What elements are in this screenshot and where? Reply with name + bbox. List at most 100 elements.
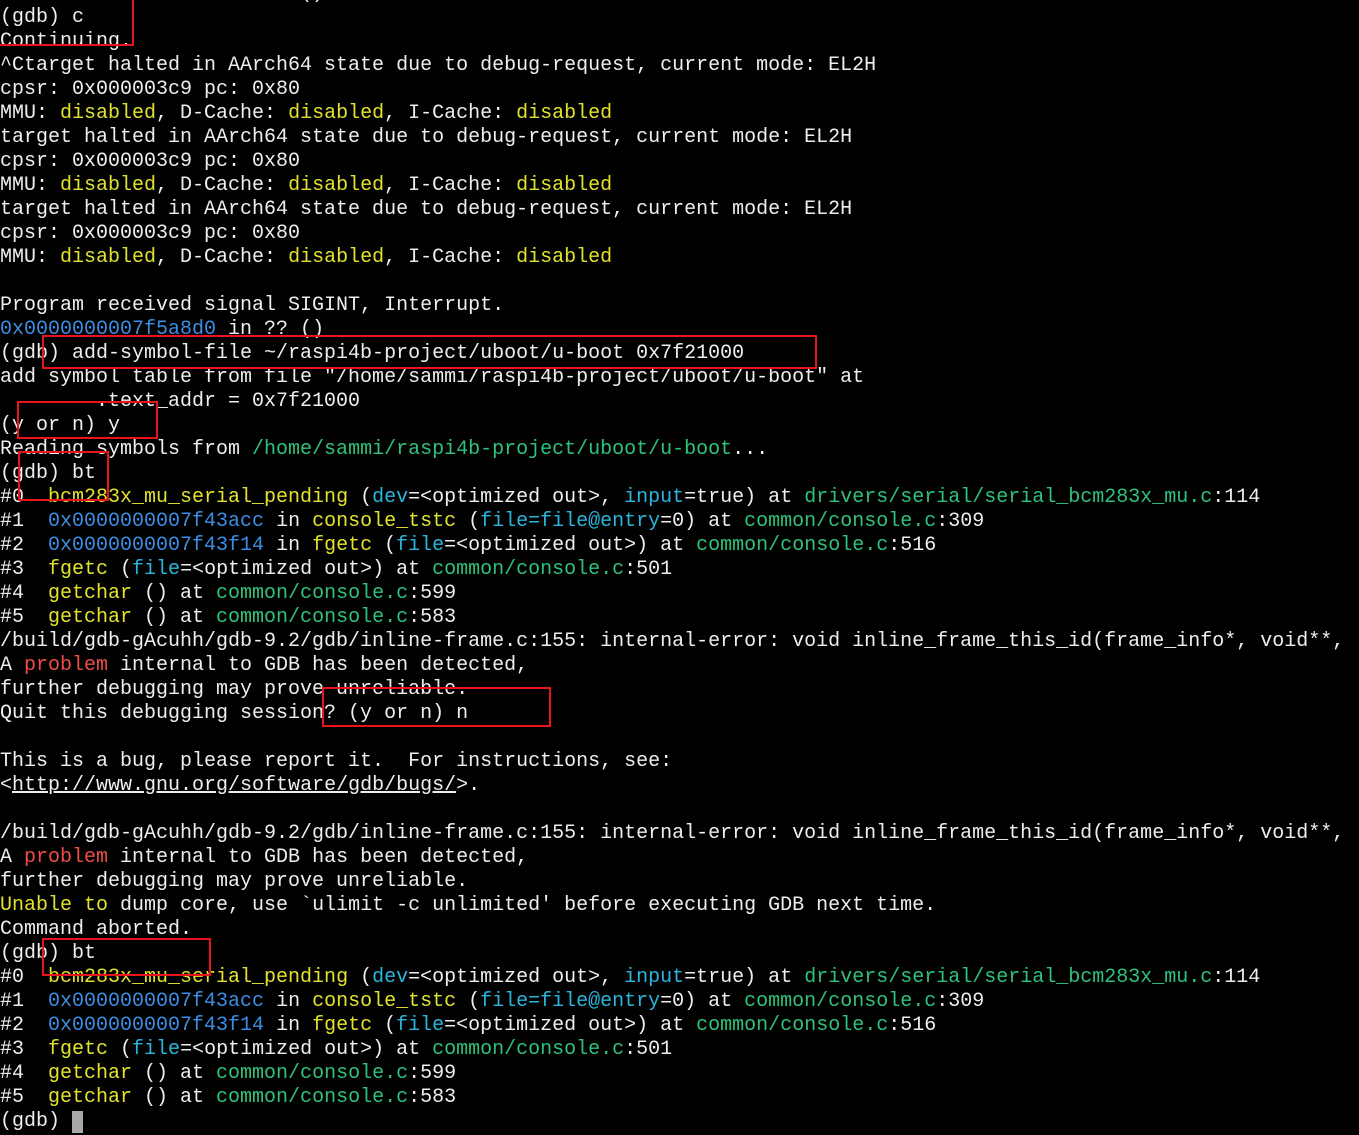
terminal-text: :114 — [1212, 966, 1261, 989]
terminal-text: #1 — [0, 510, 49, 533]
terminal-text: , D-Cache: — [156, 246, 289, 269]
terminal-text: =<optimized out>) at — [444, 534, 697, 557]
terminal-text: () at — [132, 606, 217, 629]
bug-report-link[interactable]: http://www.gnu.org/software/gdb/bugs/ — [12, 774, 456, 797]
terminal-line: further debugging may prove unreliable. — [0, 870, 1359, 894]
terminal-text: in — [264, 534, 313, 557]
highlighted-keyword: disabled — [60, 174, 157, 197]
terminal-text: ( — [108, 558, 133, 581]
terminal-line: Quit this debugging session? (y or n) n — [0, 702, 1359, 726]
terminal-text: dump core, use `ulimit -c unlimited' bef… — [108, 894, 937, 917]
terminal-line: #2 0x0000000007f43f14 in fgetc (file=<op… — [0, 1014, 1359, 1038]
file-path: common/console.c — [216, 1062, 409, 1085]
terminal-line: Unable to dump core, use `ulimit -c unli… — [0, 894, 1359, 918]
terminal-text: :501 — [624, 1038, 673, 1061]
terminal-line: MMU: disabled, D-Cache: disabled, I-Cach… — [0, 102, 1359, 126]
terminal-line: further debugging may prove unreliable. — [0, 678, 1359, 702]
terminal-text: >. — [456, 774, 481, 797]
terminal-text: :583 — [408, 606, 457, 629]
terminal-text: target halted in AArch64 state due to de… — [0, 198, 853, 221]
terminal-line: 0x0000000007f5a8d0 in ?? () — [0, 318, 1359, 342]
terminal-text: =<optimized out>) at — [444, 1014, 697, 1037]
function-name: fgetc — [48, 1038, 109, 1061]
terminal-text: =true) at — [684, 486, 805, 509]
terminal-line: #4 getchar () at common/console.c:599 — [0, 582, 1359, 606]
terminal-text: #0 — [0, 486, 49, 509]
terminal-line: A problem internal to GDB has been detec… — [0, 654, 1359, 678]
terminal-text: =<optimized out>) at — [180, 1038, 433, 1061]
file-path: common/console.c — [696, 1014, 889, 1037]
terminal-text: =0) at — [660, 990, 745, 1013]
terminal-text: ^Ctarget halted in AArch64 state due to … — [0, 54, 877, 77]
terminal-line: (gdb) c — [0, 6, 1359, 30]
terminal-text: A — [0, 846, 25, 869]
terminal-text: ( — [456, 990, 481, 1013]
terminal-line: (y or n) y — [0, 414, 1359, 438]
terminal-line: (gdb) — [0, 1110, 1359, 1134]
terminal-line: #5 getchar () at common/console.c:583 — [0, 606, 1359, 630]
terminal-text: :599 — [408, 1062, 457, 1085]
terminal-line: #2 0x0000000007f43f14 in fgetc (file=<op… — [0, 534, 1359, 558]
terminal-text: target halted in AArch64 state due to de… — [0, 126, 853, 149]
terminal-text: cpsr: 0x000003c9 pc: 0x80 — [0, 78, 301, 101]
terminal-text: Quit this debugging session? (y or n) n — [0, 702, 469, 725]
terminal-text: cpsr: 0x000003c9 pc: 0x80 — [0, 222, 301, 245]
variable-name: file=file@entry — [480, 510, 661, 533]
file-path: common/console.c — [432, 1038, 625, 1061]
function-name: console_tstc — [312, 510, 457, 533]
variable-name: file=file@entry — [480, 990, 661, 1013]
function-name: fgetc — [48, 558, 109, 581]
address-text: 0x0000000007f43acc — [48, 990, 265, 1013]
file-path: common/console.c — [216, 1086, 409, 1109]
variable-name: file — [396, 1014, 445, 1037]
terminal-text: (gdb) — [0, 1110, 73, 1133]
terminal-text: internal to GDB has been detected, — [108, 654, 529, 677]
function-name: console_tstc — [312, 990, 457, 1013]
terminal-text: MMU: — [0, 102, 61, 125]
terminal-text: :516 — [888, 534, 937, 557]
terminal-text: (gdb) bt — [0, 942, 97, 965]
terminal-text: Reading symbols from — [0, 438, 253, 461]
terminal-text: , I-Cache: — [384, 102, 517, 125]
highlighted-keyword: disabled — [288, 102, 385, 125]
terminal-text: MMU: — [0, 246, 61, 269]
terminal-text: , I-Cache: — [384, 246, 517, 269]
terminal-text: =0) at — [660, 510, 745, 533]
terminal-text: (gdb) add-symbol-file ~/raspi4b-project/… — [0, 342, 745, 365]
terminal-text: :583 — [408, 1086, 457, 1109]
terminal-window[interactable]: 0x0000000007f5a8d0 in ?? () (gdb) cContin… — [0, 0, 1359, 1135]
terminal-text: :501 — [624, 558, 673, 581]
terminal-text: in — [264, 1014, 313, 1037]
variable-name: file — [132, 558, 181, 581]
variable-name: input — [624, 486, 685, 509]
file-path: common/console.c — [216, 582, 409, 605]
terminal-text: .text_addr = 0x7f21000 — [0, 390, 361, 413]
terminal-line: (gdb) add-symbol-file ~/raspi4b-project/… — [0, 342, 1359, 366]
terminal-text: () at — [132, 1062, 217, 1085]
file-path: drivers/serial/serial_bcm283x_mu.c — [804, 486, 1213, 509]
terminal-line: /build/gdb-gAcuhh/gdb-9.2/gdb/inline-fra… — [0, 822, 1359, 846]
highlighted-keyword: disabled — [516, 246, 613, 269]
terminal-line: (gdb) bt — [0, 942, 1359, 966]
terminal-text: () at — [132, 582, 217, 605]
terminal-text: (gdb) c — [0, 6, 85, 29]
terminal-line: #0 bcm283x_mu_serial_pending (dev=<optim… — [0, 966, 1359, 990]
error-keyword: problem — [24, 654, 109, 677]
highlighted-keyword: disabled — [516, 174, 613, 197]
terminal-text: < — [0, 774, 13, 797]
terminal-text: , D-Cache: — [156, 102, 289, 125]
terminal-text: /build/gdb-gAcuhh/gdb-9.2/gdb/inline-fra… — [0, 822, 1345, 845]
terminal-line: (gdb) bt — [0, 462, 1359, 486]
terminal-text: , I-Cache: — [384, 174, 517, 197]
terminal-line: Command aborted. — [0, 918, 1359, 942]
function-name: bcm283x_mu_serial_pending — [48, 486, 349, 509]
terminal-line: Continuing. — [0, 30, 1359, 54]
variable-name: input — [624, 966, 685, 989]
function-name: getchar — [48, 1062, 133, 1085]
address-text: 0x0000000007f43f14 — [48, 534, 265, 557]
terminal-text: ( — [372, 1014, 397, 1037]
terminal-text: #3 — [0, 558, 49, 581]
